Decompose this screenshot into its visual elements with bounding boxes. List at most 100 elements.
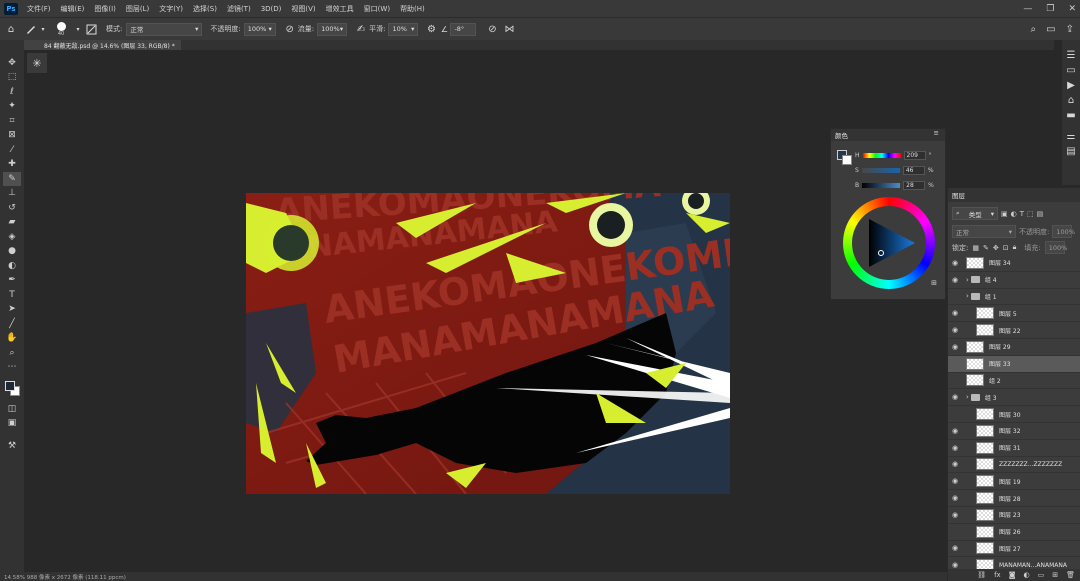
foreground-color-swatch[interactable] (5, 381, 15, 391)
adjustment-layer-icon[interactable]: ◐ (1024, 571, 1030, 579)
home-icon[interactable]: ⌂ (0, 24, 22, 35)
airbrush-icon[interactable]: ✍ (353, 24, 369, 35)
expand-icon[interactable]: ⊞ (931, 279, 937, 287)
lock-artboard-icon[interactable]: ⊡ (1003, 244, 1009, 252)
zoom-tool-icon[interactable]: ⌕ (3, 346, 21, 360)
layer-filter-select[interactable]: ⌕ 类型 ▾ (952, 207, 998, 220)
delete-layer-icon[interactable]: 🗑︎ (1066, 571, 1075, 579)
lock-all-icon[interactable]: 🔒︎ (1013, 243, 1017, 252)
background-color-swatch[interactable] (842, 155, 852, 165)
menu-plugins[interactable]: 增效工具 (321, 4, 359, 14)
lock-transparent-icon[interactable]: ▦ (972, 244, 979, 252)
filter-type-icon[interactable]: T (1020, 210, 1024, 218)
lock-position-icon[interactable]: ✥ (993, 244, 999, 252)
brush-tool-icon[interactable] (22, 23, 40, 35)
layer-row[interactable]: ◉ 图层 29 (948, 339, 1080, 356)
panel-menu-icon[interactable]: ≡ (934, 129, 939, 137)
screen-mode-icon[interactable]: ▣ (3, 417, 21, 431)
paint-bucket-tool-icon[interactable]: ◈ (3, 230, 21, 244)
adjustments-panel-icon[interactable]: ⚌ (1067, 131, 1076, 142)
move-tool-icon[interactable]: ✥ (3, 56, 21, 70)
menu-type[interactable]: 文字(Y) (154, 4, 188, 14)
flow-input[interactable]: 100% ▾ (317, 22, 348, 36)
lasso-tool-icon[interactable]: ℓ (3, 85, 21, 99)
visibility-eye-icon[interactable]: ◉ (948, 511, 962, 519)
visibility-eye-icon[interactable]: ◉ (948, 477, 962, 485)
smoothing-input[interactable]: 10% ▾ (388, 22, 419, 36)
layer-row[interactable]: 图层 26 (948, 524, 1080, 541)
type-tool-icon[interactable]: T (3, 288, 21, 302)
history-panel-icon[interactable]: ☰ (1067, 50, 1076, 61)
menu-image[interactable]: 图像(I) (89, 4, 121, 14)
layer-row[interactable]: ◉ 图层 22 (948, 322, 1080, 339)
lock-image-icon[interactable]: ✎ (983, 244, 989, 252)
chevron-right-icon[interactable]: › (966, 276, 969, 284)
hue-slider[interactable] (862, 153, 901, 158)
color-wheel[interactable] (843, 197, 935, 289)
brush-settings-panel-icon[interactable]: ✳ (27, 53, 47, 73)
blur-tool-icon[interactable]: ● (3, 245, 21, 259)
layer-row[interactable]: ◉ 图层 28 (948, 490, 1080, 507)
layer-row[interactable]: ◉ › 组 3 (948, 389, 1080, 407)
visibility-eye-icon[interactable]: ◉ (948, 393, 962, 401)
layer-row[interactable]: ◉ 图层 32 (948, 423, 1080, 440)
eraser-tool-icon[interactable]: ▰ (3, 216, 21, 230)
quick-mask-icon[interactable]: ◫ (3, 402, 21, 416)
crop-tool-icon[interactable]: ⌗ (3, 114, 21, 128)
minimize-icon[interactable]: — (1023, 4, 1032, 14)
layer-row[interactable]: 组 2 (948, 373, 1080, 390)
brightness-input[interactable]: 28 (903, 181, 926, 190)
frame-tool-icon[interactable]: ⊠ (3, 129, 21, 143)
menu-window[interactable]: 窗口(W) (359, 4, 395, 14)
filter-shape-icon[interactable]: ⬚ (1027, 210, 1034, 218)
visibility-eye-icon[interactable]: ◉ (948, 276, 962, 284)
menu-view[interactable]: 视图(V) (286, 4, 320, 14)
brightness-slider[interactable] (862, 183, 901, 188)
chevron-down-icon[interactable]: ▾ (74, 26, 82, 33)
dodge-tool-icon[interactable]: ◐ (3, 259, 21, 273)
properties-panel-icon[interactable]: ▭ (1066, 65, 1075, 76)
menu-edit[interactable]: 编辑(E) (56, 4, 90, 14)
filter-adjustment-icon[interactable]: ◐ (1011, 210, 1017, 218)
color-swatches[interactable] (3, 379, 21, 397)
layer-row[interactable]: ◉ 图层 31 (948, 440, 1080, 457)
menu-filter[interactable]: 滤镜(T) (222, 4, 256, 14)
menu-select[interactable]: 选择(S) (188, 4, 222, 14)
brush-preset-picker[interactable]: 40 (54, 21, 68, 37)
document-canvas[interactable]: ANEKOMAONEKOMA MANAMANAMANA ANEKOMAONEKO… (246, 193, 730, 494)
pen-tool-icon[interactable]: ✒ (3, 274, 21, 288)
opacity-input[interactable]: 100% ▾ (243, 22, 276, 36)
pressure-opacity-icon[interactable]: ⊘ (282, 24, 298, 35)
new-layer-icon[interactable]: ⊞ (1052, 571, 1058, 579)
chevron-right-icon[interactable]: › (966, 292, 969, 300)
document-tab[interactable]: 84 翻蔽无敌.psd @ 14.6% (图层 33, RGB/8) * (24, 40, 181, 50)
layer-row[interactable]: ◉ 图层 34 (948, 255, 1080, 272)
workspace-icon[interactable]: ▭ (1046, 24, 1055, 35)
filter-pixel-icon[interactable]: ▣ (1001, 210, 1008, 218)
visibility-eye-icon[interactable]: ◉ (948, 326, 962, 334)
layer-row[interactable]: ◉ 图层 27 (948, 541, 1080, 558)
blend-mode-select[interactable]: 正常 ▾ (952, 225, 1016, 238)
brush-settings-icon[interactable] (82, 24, 100, 35)
layer-style-icon[interactable]: fx (994, 571, 1001, 579)
clone-stamp-tool-icon[interactable]: ⊥ (3, 187, 21, 201)
new-group-icon[interactable]: ▭ (1038, 571, 1045, 579)
brushes-panel-icon[interactable]: ⌂ (1068, 95, 1074, 106)
saturation-slider[interactable] (861, 168, 900, 173)
mode-select[interactable]: 正常 ▾ (126, 22, 203, 36)
visibility-eye-icon[interactable]: ◉ (948, 444, 962, 452)
edit-toolbar-icon[interactable]: ⚒ (3, 439, 21, 453)
marquee-tool-icon[interactable]: ⬚ (3, 71, 21, 85)
chevron-down-icon[interactable]: ▾ (40, 26, 46, 33)
smoothing-options-gear-icon[interactable]: ⚙ (424, 24, 438, 35)
fill-input[interactable]: 100% (1044, 241, 1067, 254)
menu-layer[interactable]: 图层(L) (121, 4, 154, 14)
layer-row[interactable]: 图层 30 (948, 406, 1080, 423)
layer-row[interactable]: ◉ ZZZZZZZ...ZZZZZZZ (948, 457, 1080, 474)
share-icon[interactable]: ⇪ (1066, 24, 1074, 35)
layer-row[interactable]: ◉ 图层 23 (948, 507, 1080, 524)
menu-file[interactable]: 文件(F) (22, 4, 56, 14)
layer-opacity-input[interactable]: 100% (1052, 225, 1075, 238)
brush-tool-icon[interactable]: ✎ (3, 172, 21, 186)
add-mask-icon[interactable]: ◙ (1009, 571, 1016, 579)
